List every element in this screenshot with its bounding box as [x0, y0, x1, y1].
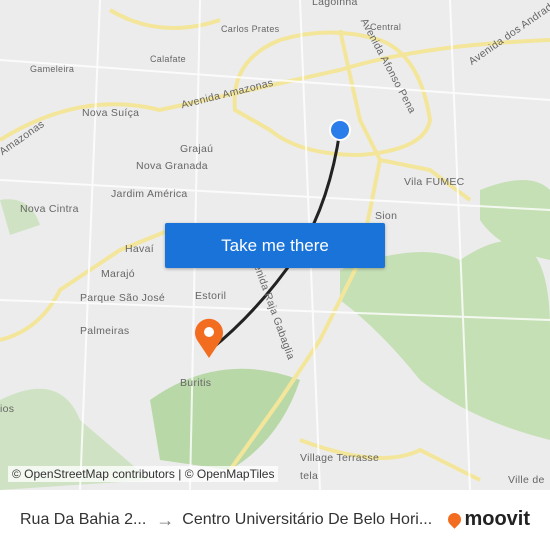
map-label: Nova Suíça [82, 107, 140, 119]
map-attribution[interactable]: © OpenStreetMap contributors | © OpenMap… [8, 466, 279, 482]
map-label: Gameleira [30, 64, 75, 74]
map-label: Calafate [150, 54, 186, 64]
map-label: Lagoinha [312, 0, 358, 8]
take-me-there-button[interactable]: Take me there [165, 223, 385, 268]
map-label: Ville de [508, 474, 545, 486]
map-label: Village Terrasse [300, 452, 380, 464]
map-label: Vila FUMEC [404, 176, 465, 188]
map-label: Nova Granada [136, 160, 208, 172]
map-label: Parque São José [80, 292, 166, 304]
map-label: tela [300, 470, 319, 482]
map-label: ios [0, 403, 15, 415]
map-label: Sion [375, 210, 398, 222]
map-label: Jardim América [111, 188, 188, 200]
map-label: Estoril [195, 290, 227, 302]
destination-name: Centro Universitário De Belo Hori... [182, 511, 433, 528]
map-label: Buritis [180, 377, 212, 389]
map-label: Palmeiras [80, 325, 130, 337]
arrow-right-icon: → [156, 509, 175, 530]
moovit-logo: moovit [445, 508, 530, 531]
origin-marker [331, 121, 349, 139]
map-label: Carlos Prates [221, 24, 280, 34]
origin-name: Rua Da Bahia 2... [20, 511, 147, 528]
map-label: Nova Cintra [20, 203, 79, 215]
map-label: Marajó [101, 268, 135, 280]
park-area [150, 368, 300, 470]
map-label: Grajaú [180, 143, 214, 155]
map-label: Havaí [125, 243, 154, 255]
park-area [340, 241, 550, 440]
destination-marker [195, 318, 224, 358]
moovit-pin-icon [445, 510, 465, 529]
